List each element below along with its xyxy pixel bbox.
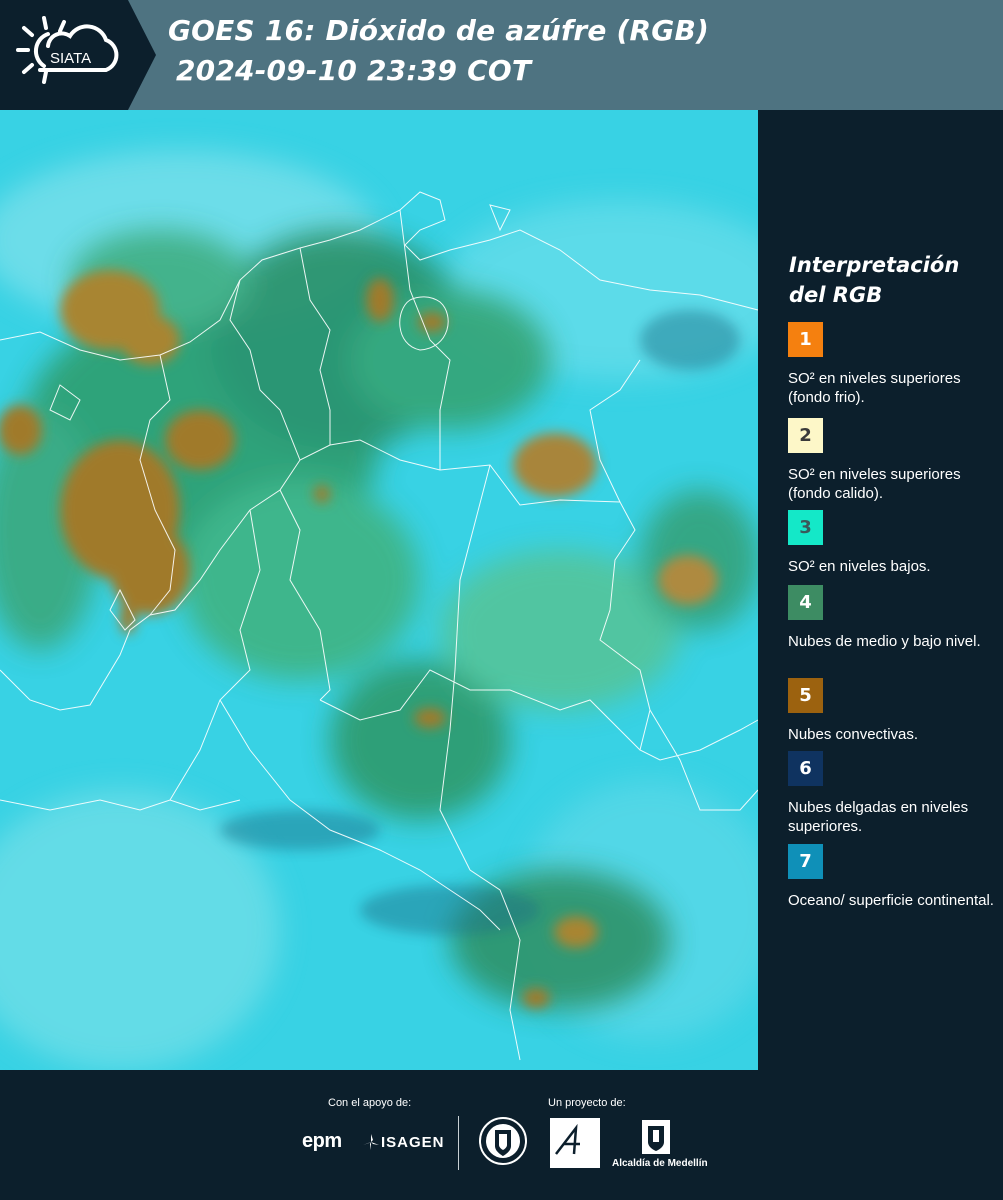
alcaldia-crest-icon (642, 1120, 670, 1154)
legend-swatch-7: 7 (788, 844, 823, 879)
legend-item: 6 Nubes delgadas en niveles superiores. (788, 751, 998, 836)
footer: Con el apoyo de: Un proyecto de: epm ISA… (0, 1070, 1003, 1200)
medellin-seal-icon (479, 1117, 527, 1165)
page-timestamp: 2024-09-10 23:39 COT (176, 54, 532, 87)
legend-label-4: Nubes de medio y bajo nivel. (788, 633, 981, 650)
epm-logo: epm (302, 1130, 342, 1152)
isagen-logo-icon (363, 1134, 379, 1150)
footer-divider (458, 1116, 459, 1170)
legend-label-1: SO² en niveles superiores (fondo frio). (788, 370, 961, 406)
legend-title-line1: Interpretación (789, 253, 960, 277)
legend-label-3: SO² en niveles bajos. (788, 558, 931, 575)
logo-chevron (128, 0, 156, 110)
legend-item: 3 SO² en niveles bajos. (788, 510, 998, 576)
isagen-logo: ISAGEN (381, 1134, 445, 1151)
legend-label-7: Oceano/ superficie continental. (788, 892, 994, 909)
sun-cloud-icon: SIATA (16, 16, 119, 84)
alcaldia-logo-text: Alcaldía de Medellín (612, 1158, 708, 1169)
legend-label-2: SO² en niveles superiores (fondo calido)… (788, 466, 961, 502)
siata-logo: SIATA (0, 0, 128, 110)
page-title: GOES 16: Dióxido de azúfre (RGB) (168, 14, 710, 47)
area-metropolitana-logo-icon (550, 1118, 600, 1168)
legend-item: 7 Oceano/ superficie continental. (788, 844, 998, 910)
legend-item: 2 SO² en niveles superiores (fondo calid… (788, 418, 998, 503)
satellite-map (0, 110, 758, 1070)
legend-label-6: Nubes delgadas en niveles superiores. (788, 799, 969, 835)
legend-swatch-1: 1 (788, 322, 823, 357)
legend-item: 4 Nubes de medio y bajo nivel. (788, 585, 998, 651)
legend-item: 1 SO² en niveles superiores (fondo frio)… (788, 322, 998, 407)
legend-swatch-4: 4 (788, 585, 823, 620)
legend-title: Interpretación del RGB (789, 250, 989, 310)
legend-label-5: Nubes convectivas. (788, 726, 919, 743)
legend-swatch-2: 2 (788, 418, 823, 453)
svg-text:SIATA: SIATA (50, 50, 91, 67)
legend-swatch-3: 3 (788, 510, 823, 545)
support-caption: Con el apoyo de: (328, 1097, 412, 1109)
legend-swatch-6: 6 (788, 751, 823, 786)
legend-swatch-5: 5 (788, 678, 823, 713)
project-caption: Un proyecto de: (548, 1097, 626, 1109)
legend-title-line2: del RGB (789, 283, 883, 307)
header: SIATA GOES 16: Dióxido de azúfre (RGB) 2… (0, 0, 1003, 110)
map-canvas (0, 110, 758, 1070)
legend-panel: Interpretación del RGB 1 SO² en niveles … (758, 110, 1003, 1070)
legend-item: 5 Nubes convectivas. (788, 678, 998, 744)
